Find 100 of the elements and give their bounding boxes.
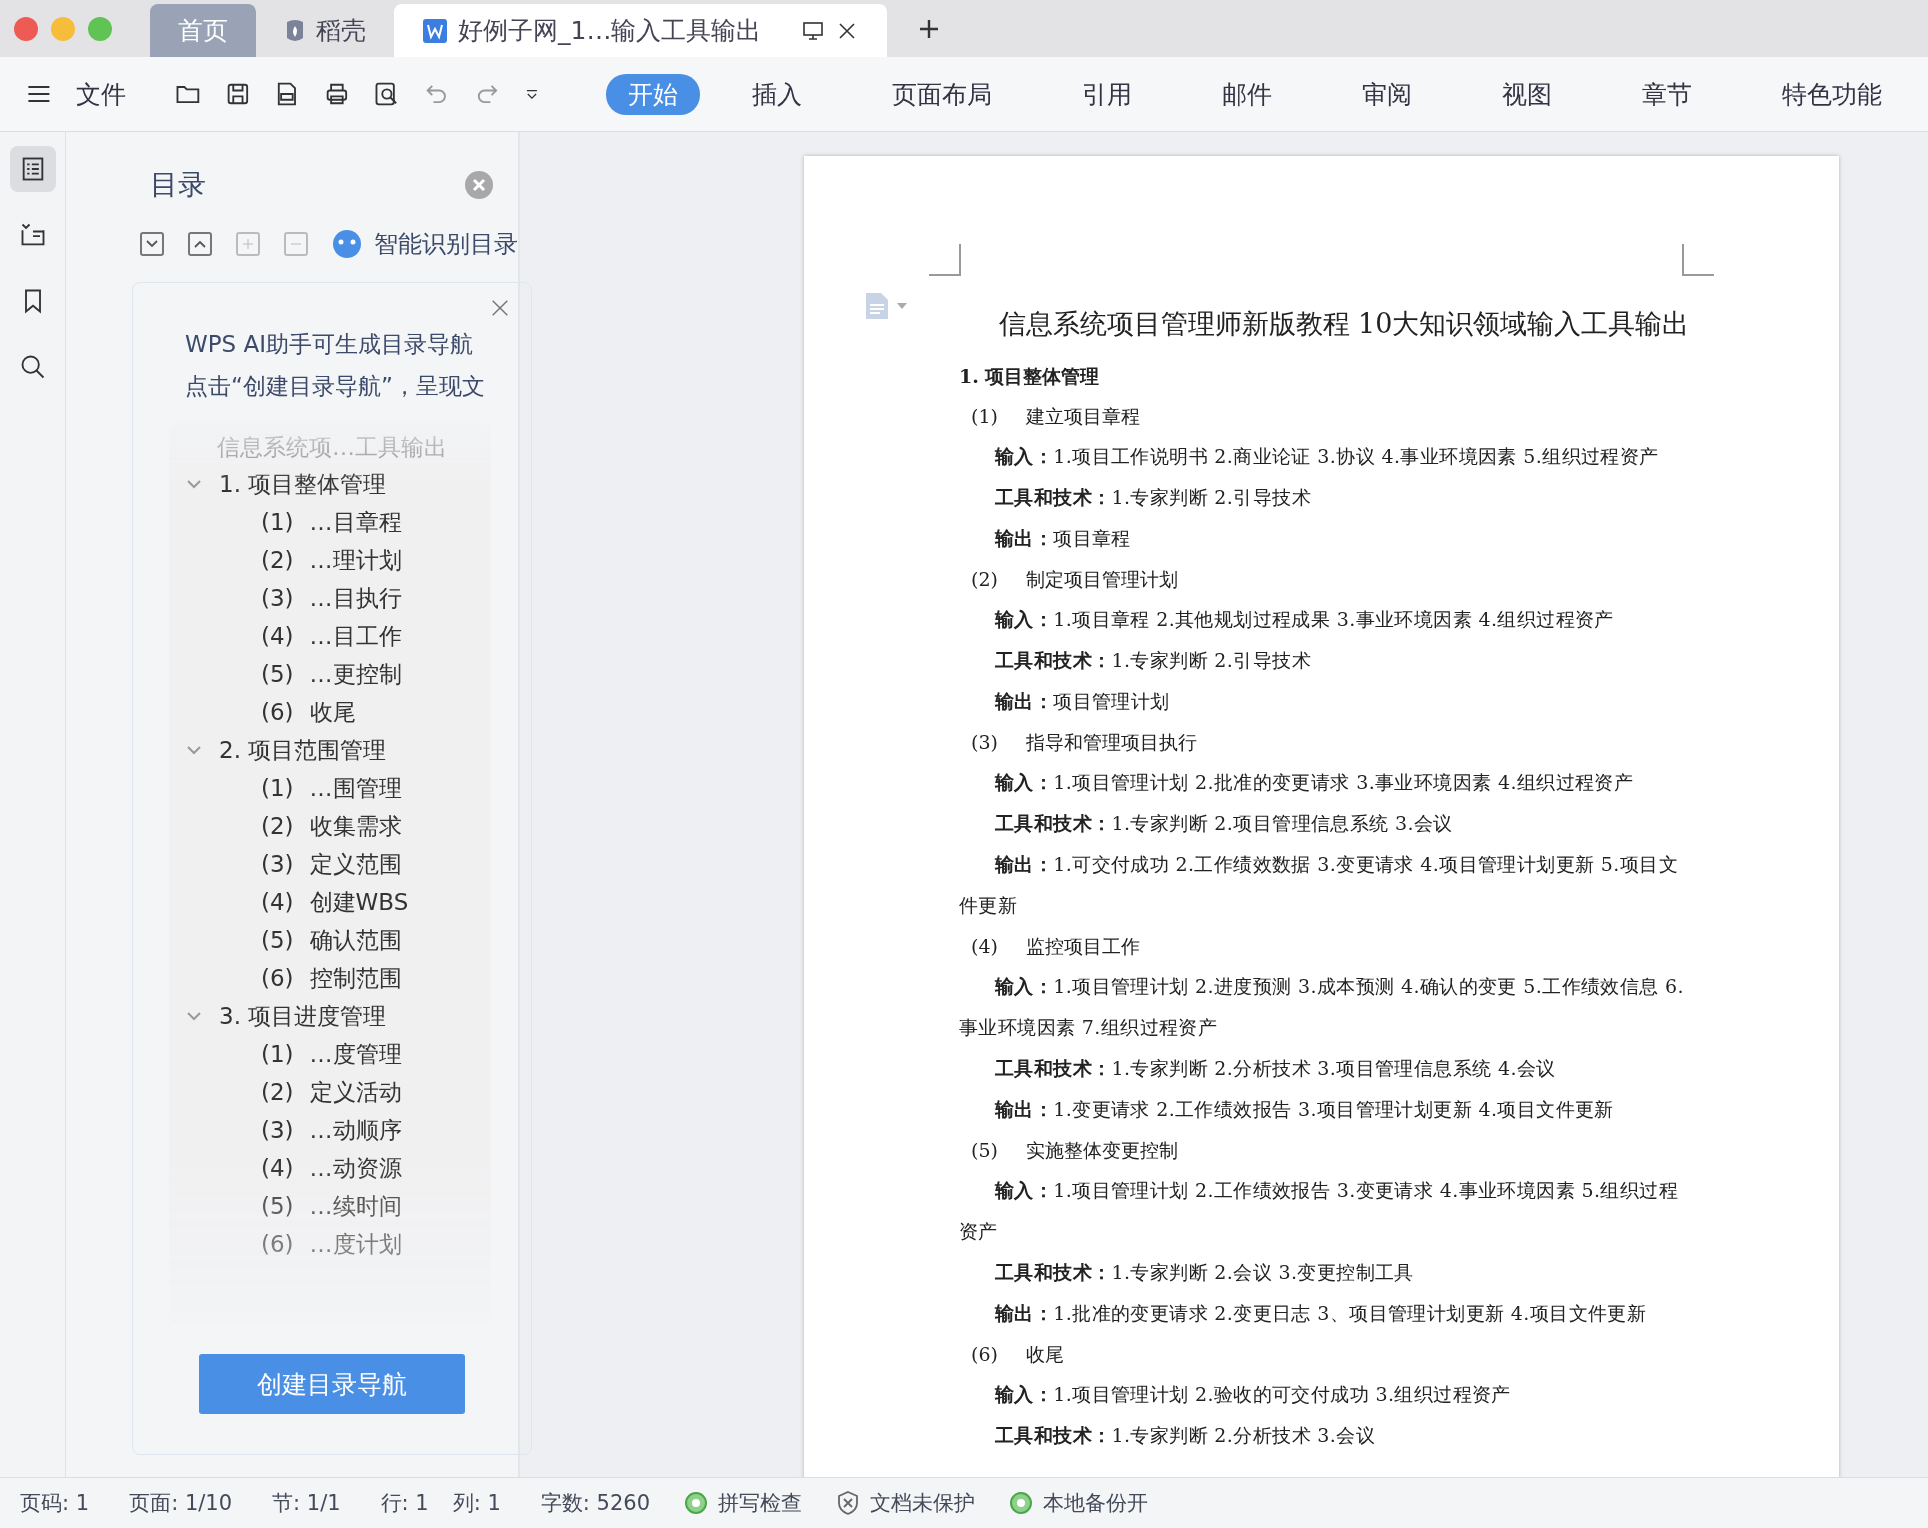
subsection-heading: 收尾 xyxy=(1025,1342,1064,1367)
item-number: (6) xyxy=(971,1342,998,1367)
toc-number: (2) xyxy=(261,1079,294,1105)
paragraph: 输出：项目管理计划 xyxy=(993,689,1171,714)
toc-item[interactable]: 1. 项目整体管理 xyxy=(219,468,387,500)
subsection-heading: 监控项目工作 xyxy=(1025,934,1140,959)
toc-number: (6) xyxy=(261,965,294,991)
toc-item[interactable]: …目工作 xyxy=(309,620,402,652)
paragraph: 输出：1.可交付成功 2.工作绩效数据 3.变更请求 4.项目管理计划更新 5.项目文件更新 xyxy=(959,852,1679,918)
ai-icon xyxy=(332,229,362,259)
toc-item[interactable]: …续时间 xyxy=(309,1190,402,1222)
status-text[interactable]: 本地备份开 xyxy=(1043,1489,1149,1517)
subsection-heading: 建立项目章程 xyxy=(1025,404,1140,429)
ribbon-tab[interactable]: 引用 xyxy=(1060,73,1155,115)
item-number: (1) xyxy=(971,404,998,429)
chevron-up-icon xyxy=(193,239,207,249)
status-text: 节: 1/1 xyxy=(272,1490,341,1517)
toc-item[interactable]: 确认范围 xyxy=(309,924,402,956)
subsection-heading: 制定项目管理计划 xyxy=(1025,567,1178,592)
toc-item[interactable]: 2. 项目范围管理 xyxy=(219,734,387,766)
toc-item[interactable]: 收集需求 xyxy=(309,810,402,842)
hint-text: 点击“创建目录导航”，呈现文 xyxy=(184,372,486,401)
paragraph: 工具和技术：1.专家判断 2.项目管理信息系统 3.会议 xyxy=(994,811,1454,836)
corner-mark xyxy=(929,244,961,276)
expand-all-button[interactable] xyxy=(140,232,164,256)
document-icon xyxy=(422,17,448,44)
panel-title: 目录 xyxy=(150,167,206,203)
subsection-heading: 实施整体变更控制 xyxy=(1025,1138,1178,1163)
paragraph: 工具和技术：1.专家判断 2.会议 3.变更控制工具 xyxy=(994,1260,1415,1285)
status-text[interactable]: 文档未保护 xyxy=(870,1489,976,1517)
toc-item[interactable]: …围管理 xyxy=(309,772,402,804)
window-tab[interactable]: 稻壳 xyxy=(256,4,394,57)
toc-item[interactable]: …理计划 xyxy=(309,544,402,576)
paragraph: 工具和技术：1.专家判断 2.引导技术 xyxy=(994,648,1312,673)
ribbon-tab[interactable]: 视图 xyxy=(1480,73,1575,115)
toc-item[interactable]: …度管理 xyxy=(309,1038,402,1070)
file-menu[interactable]: 文件 xyxy=(75,77,126,111)
corner-mark xyxy=(1682,244,1714,276)
hint-text: WPS AI助手可生成目录导航 xyxy=(184,330,475,359)
paragraph: 工具和技术：1.专家判断 2.分析技术 3.会议 xyxy=(994,1423,1377,1448)
toc-item[interactable]: 3. 项目进度管理 xyxy=(219,1000,387,1032)
toc-number: (6) xyxy=(261,699,294,725)
toc-number: (3) xyxy=(261,851,294,877)
toc-item[interactable]: …动顺序 xyxy=(309,1114,402,1146)
collapse-all-button[interactable] xyxy=(188,232,212,256)
ribbon-tab[interactable]: 页面布局 xyxy=(870,73,1015,115)
paragraph: 输入：1.项目管理计划 2.批准的变更请求 3.事业环境因素 4.组织过程资产 xyxy=(993,770,1635,795)
toc-number: (4) xyxy=(261,889,294,915)
close-window-button[interactable] xyxy=(14,16,38,41)
toc-number: (3) xyxy=(261,585,294,611)
ribbon-tab[interactable]: 章节 xyxy=(1620,73,1715,115)
toc-number: (2) xyxy=(261,547,294,573)
paragraph: 输入：1.项目工作说明书 2.商业论证 3.协议 4.事业环境因素 5.组织过程资产 xyxy=(993,444,1660,469)
toc-item[interactable]: …更控制 xyxy=(309,658,402,690)
paragraph: 工具和技术：1.专家判断 2.引导技术 xyxy=(994,485,1312,510)
status-text[interactable]: 拼写检查 xyxy=(718,1489,803,1517)
status-text: 行: 1 xyxy=(380,1490,429,1517)
item-number: (2) xyxy=(971,567,998,592)
toc-item[interactable]: …目章程 xyxy=(309,506,402,538)
subsection-heading: 指导和管理项目执行 xyxy=(1025,730,1197,755)
toc-number: (2) xyxy=(261,813,294,839)
toc-item[interactable]: 定义活动 xyxy=(309,1076,402,1108)
window-tab[interactable]: 好例子网_1…输入工具输出 xyxy=(394,4,888,57)
toc-item[interactable]: …度计划 xyxy=(309,1228,402,1260)
paragraph: 输出：1.变更请求 2.工作绩效报告 3.项目管理计划更新 4.项目文件更新 xyxy=(993,1097,1615,1122)
toc-item[interactable]: 创建WBS xyxy=(309,886,409,918)
ribbon-tab[interactable]: 插入 xyxy=(730,73,825,115)
paragraph: 输入：1.项目管理计划 2.工作绩效报告 3.变更请求 4.事业环境因素 5.组织过程资产 xyxy=(959,1178,1679,1244)
toc-number: (6) xyxy=(261,1231,294,1257)
status-text: 字数: 5260 xyxy=(540,1490,651,1517)
toc-number: (5) xyxy=(261,927,294,953)
paragraph: 输入：1.项目管理计划 2.验收的可交付成功 3.组织过程资产 xyxy=(993,1382,1512,1407)
ribbon-tab[interactable]: 特色功能 xyxy=(1760,73,1905,115)
paragraph: 输入：1.项目管理计划 2.进度预测 3.成本预测 4.确认的变更 5.工作绩效信息 6.事业环境因素 7.组织过程资产 xyxy=(959,974,1685,1040)
status-dot-icon xyxy=(1009,1491,1034,1515)
toc-number: (1) xyxy=(261,509,294,535)
toc-item[interactable]: 定义范围 xyxy=(309,848,402,880)
status-text: 页面: 1/10 xyxy=(129,1490,233,1517)
toc-number: (3) xyxy=(261,1117,294,1143)
toc-number: (4) xyxy=(261,623,294,649)
status-dot-icon xyxy=(684,1491,709,1515)
toc-number: (1) xyxy=(261,1041,294,1067)
status-text: 页码: 1 xyxy=(20,1490,90,1517)
item-number: (3) xyxy=(971,730,998,755)
toc-item[interactable]: …动资源 xyxy=(309,1152,402,1184)
toc-number: (5) xyxy=(261,1193,294,1219)
smart-toc-button[interactable]: 智能识别目录 xyxy=(332,228,518,260)
ribbon-tab[interactable]: 审阅 xyxy=(1340,73,1435,115)
section-heading: 1. 项目整体管理 xyxy=(959,364,1101,389)
chevron-down-icon xyxy=(145,239,159,249)
toc-item[interactable]: 收尾 xyxy=(309,696,356,728)
toc-item[interactable]: …目执行 xyxy=(309,582,402,614)
document-title: 信息系统项目管理师新版教程 10大知识领域输入工具输出 xyxy=(997,307,1691,341)
ribbon-tab[interactable]: 邮件 xyxy=(1200,73,1295,115)
toc-number: (1) xyxy=(261,775,294,801)
toc-number: (4) xyxy=(261,1155,294,1181)
rail-button[interactable] xyxy=(9,146,56,192)
item-number: (5) xyxy=(971,1138,998,1163)
toc-item[interactable]: 控制范围 xyxy=(309,962,402,994)
status-text: 列: 1 xyxy=(452,1490,501,1517)
